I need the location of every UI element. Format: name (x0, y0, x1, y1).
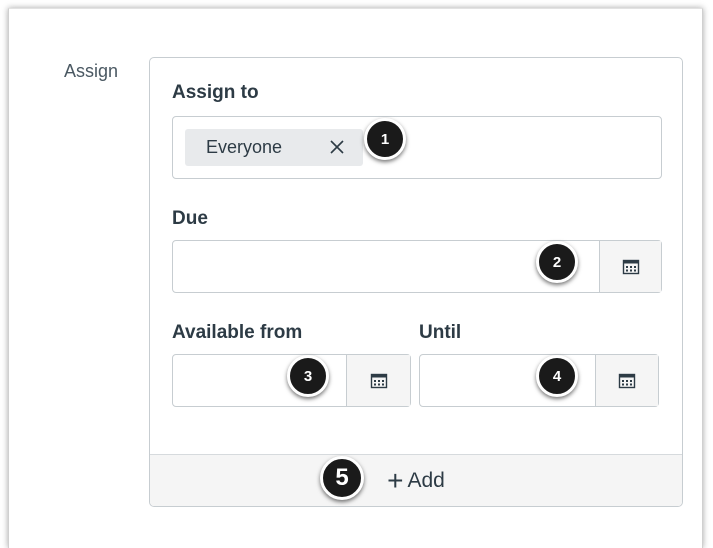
section-label-assign: Assign (64, 61, 119, 81)
available-from-label: Available from (172, 322, 303, 343)
assign-to-label: Assign to (172, 82, 259, 103)
assign-card: Assign to Everyone Due Available from Un… (149, 57, 683, 507)
calendar-icon (622, 259, 639, 274)
until-label: Until (419, 322, 462, 343)
assignee-pill-label: Everyone (206, 137, 283, 157)
plus-icon: + (387, 465, 404, 496)
callout-2: 2 (536, 241, 578, 283)
callout-1: 1 (364, 118, 406, 160)
calendar-icon (370, 373, 387, 388)
close-icon[interactable] (327, 137, 347, 157)
calendar-icon (618, 373, 636, 388)
screenshot-frame: Assign Assign to Everyone Due Available … (8, 8, 703, 548)
assign-to-input[interactable]: Everyone (172, 116, 662, 179)
callout-4: 4 (536, 355, 578, 397)
due-label: Due (172, 208, 208, 229)
due-calendar-button[interactable] (599, 241, 661, 292)
due-date-field (172, 240, 662, 293)
available-from-calendar-button[interactable] (346, 355, 410, 406)
add-button[interactable]: + Add (150, 454, 682, 506)
until-calendar-button[interactable] (595, 355, 658, 406)
due-date-input[interactable] (173, 241, 599, 292)
assignee-pill[interactable]: Everyone (185, 129, 363, 166)
callout-3: 3 (287, 355, 329, 397)
add-button-label: Add (407, 469, 445, 492)
callout-5: 5 (320, 456, 364, 500)
